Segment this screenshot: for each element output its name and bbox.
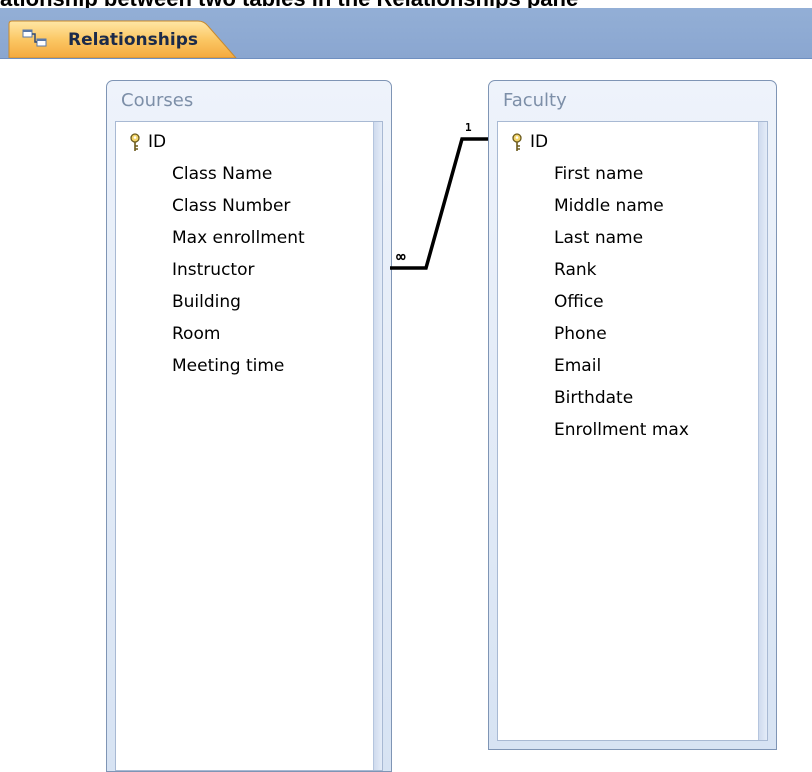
relationships-canvas[interactable]: Courses ID Class Name Class Number Max e… <box>0 59 812 772</box>
relationships-icon <box>22 29 47 47</box>
relationship-line[interactable]: ∞ 1 <box>0 59 812 766</box>
one-cardinality-label: 1 <box>465 121 472 134</box>
many-cardinality-label: ∞ <box>396 247 406 266</box>
tab-label: Relationships <box>68 30 198 50</box>
document-tab-bar: Relationships <box>0 8 812 59</box>
